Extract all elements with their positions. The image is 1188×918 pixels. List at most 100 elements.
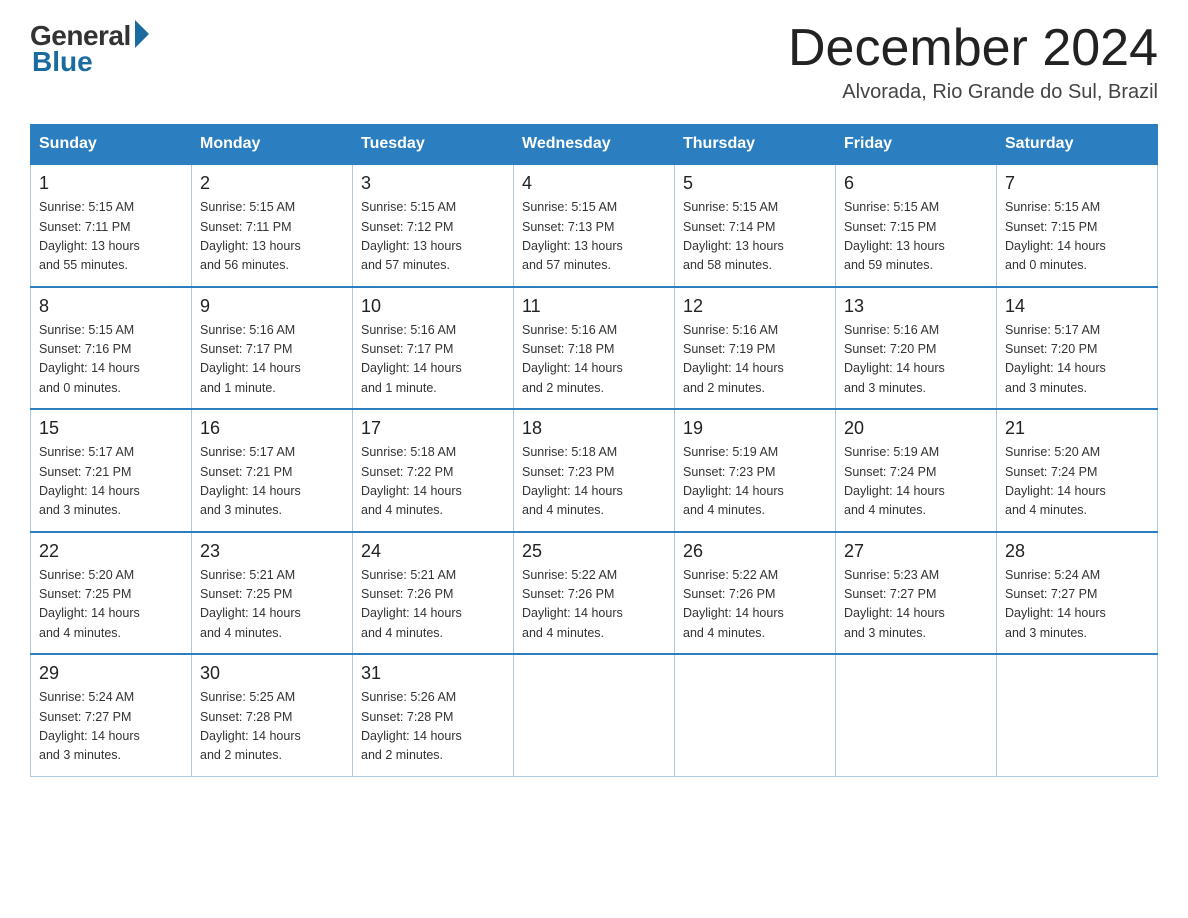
calendar-cell: 11 Sunrise: 5:16 AMSunset: 7:18 PMDayligh… (514, 287, 675, 410)
calendar-cell: 25Sunrise: 5:22 AMSunset: 7:26 PMDayligh… (514, 532, 675, 655)
day-info: Sunrise: 5:17 AMSunset: 7:21 PMDaylight:… (39, 443, 183, 521)
day-number: 6 (844, 173, 988, 194)
day-info: Sunrise: 5:26 AMSunset: 7:28 PMDaylight:… (361, 688, 505, 766)
day-info: Sunrise: 5:15 AMSunset: 7:11 PMDaylight:… (200, 198, 344, 276)
calendar-cell: 28 Sunrise: 5:24 AMSunset: 7:27 PMDayligh… (997, 532, 1158, 655)
day-number: 25 (522, 541, 666, 562)
calendar-cell: 15 Sunrise: 5:17 AMSunset: 7:21 PMDayligh… (31, 409, 192, 532)
day-number: 15 (39, 418, 183, 439)
day-info: Sunrise: 5:24 AMSunset: 7:27 PMDaylight:… (39, 688, 183, 766)
week-row-3: 15 Sunrise: 5:17 AMSunset: 7:21 PMDayligh… (31, 409, 1158, 532)
calendar-cell: 27 Sunrise: 5:23 AMSunset: 7:27 PMDayligh… (836, 532, 997, 655)
calendar-cell: 3 Sunrise: 5:15 AMSunset: 7:12 PMDaylight… (353, 164, 514, 287)
day-info: Sunrise: 5:22 AMSunset: 7:26 PMDaylight:… (683, 566, 827, 644)
calendar-cell: 8 Sunrise: 5:15 AMSunset: 7:16 PMDaylight… (31, 287, 192, 410)
day-info: Sunrise: 5:21 AMSunset: 7:25 PMDaylight:… (200, 566, 344, 644)
day-info: Sunrise: 5:19 AMSunset: 7:23 PMDaylight:… (683, 443, 827, 521)
day-info: Sunrise: 5:16 AMSunset: 7:20 PMDaylight:… (844, 321, 988, 399)
day-info: Sunrise: 5:24 AMSunset: 7:27 PMDaylight:… (1005, 566, 1149, 644)
day-info: Sunrise: 5:15 AMSunset: 7:12 PMDaylight:… (361, 198, 505, 276)
month-title: December 2024 (788, 20, 1158, 77)
calendar-cell: 16 Sunrise: 5:17 AMSunset: 7:21 PMDayligh… (192, 409, 353, 532)
header-day-friday: Friday (836, 125, 997, 165)
calendar-cell: 13 Sunrise: 5:16 AMSunset: 7:20 PMDayligh… (836, 287, 997, 410)
calendar-cell: 9Sunrise: 5:16 AMSunset: 7:17 PMDaylight… (192, 287, 353, 410)
day-number: 2 (200, 173, 344, 194)
header-day-monday: Monday (192, 125, 353, 165)
calendar-cell (997, 654, 1158, 776)
day-number: 5 (683, 173, 827, 194)
day-number: 20 (844, 418, 988, 439)
day-number: 4 (522, 173, 666, 194)
day-info: Sunrise: 5:20 AMSunset: 7:24 PMDaylight:… (1005, 443, 1149, 521)
calendar-cell: 18 Sunrise: 5:18 AMSunset: 7:23 PMDayligh… (514, 409, 675, 532)
calendar-cell: 7 Sunrise: 5:15 AMSunset: 7:15 PMDaylight… (997, 164, 1158, 287)
day-info: Sunrise: 5:19 AMSunset: 7:24 PMDaylight:… (844, 443, 988, 521)
day-info: Sunrise: 5:15 AMSunset: 7:15 PMDaylight:… (844, 198, 988, 276)
header-day-sunday: Sunday (31, 125, 192, 165)
day-info: Sunrise: 5:15 AMSunset: 7:16 PMDaylight:… (39, 321, 183, 399)
day-info: Sunrise: 5:16 AMSunset: 7:17 PMDaylight:… (361, 321, 505, 399)
logo-arrow-icon (135, 20, 149, 48)
calendar-cell: 21Sunrise: 5:20 AMSunset: 7:24 PMDayligh… (997, 409, 1158, 532)
calendar-cell: 24Sunrise: 5:21 AMSunset: 7:26 PMDayligh… (353, 532, 514, 655)
calendar-cell: 10 Sunrise: 5:16 AMSunset: 7:17 PMDayligh… (353, 287, 514, 410)
day-number: 16 (200, 418, 344, 439)
calendar-cell (836, 654, 997, 776)
day-number: 27 (844, 541, 988, 562)
calendar-cell: 22 Sunrise: 5:20 AMSunset: 7:25 PMDayligh… (31, 532, 192, 655)
header-day-wednesday: Wednesday (514, 125, 675, 165)
day-number: 3 (361, 173, 505, 194)
day-info: Sunrise: 5:17 AMSunset: 7:20 PMDaylight:… (1005, 321, 1149, 399)
day-number: 23 (200, 541, 344, 562)
day-number: 10 (361, 296, 505, 317)
logo: General Blue (30, 20, 149, 78)
week-row-4: 22 Sunrise: 5:20 AMSunset: 7:25 PMDayligh… (31, 532, 1158, 655)
calendar-header: SundayMondayTuesdayWednesdayThursdayFrid… (31, 125, 1158, 165)
page-header: General Blue December 2024 Alvorada, Rio… (30, 20, 1158, 104)
header-day-tuesday: Tuesday (353, 125, 514, 165)
calendar-cell (514, 654, 675, 776)
calendar-cell: 20 Sunrise: 5:19 AMSunset: 7:24 PMDayligh… (836, 409, 997, 532)
day-number: 18 (522, 418, 666, 439)
day-number: 8 (39, 296, 183, 317)
calendar-cell: 19 Sunrise: 5:19 AMSunset: 7:23 PMDayligh… (675, 409, 836, 532)
day-number: 19 (683, 418, 827, 439)
location-title: Alvorada, Rio Grande do Sul, Brazil (788, 81, 1158, 104)
day-info: Sunrise: 5:16 AMSunset: 7:19 PMDaylight:… (683, 321, 827, 399)
day-number: 14 (1005, 296, 1149, 317)
week-row-2: 8 Sunrise: 5:15 AMSunset: 7:16 PMDaylight… (31, 287, 1158, 410)
day-info: Sunrise: 5:15 AMSunset: 7:13 PMDaylight:… (522, 198, 666, 276)
calendar-cell: 6 Sunrise: 5:15 AMSunset: 7:15 PMDaylight… (836, 164, 997, 287)
calendar-table: SundayMondayTuesdayWednesdayThursdayFrid… (30, 124, 1158, 777)
day-info: Sunrise: 5:15 AMSunset: 7:14 PMDaylight:… (683, 198, 827, 276)
day-number: 26 (683, 541, 827, 562)
calendar-cell (675, 654, 836, 776)
day-info: Sunrise: 5:16 AMSunset: 7:18 PMDaylight:… (522, 321, 666, 399)
day-info: Sunrise: 5:18 AMSunset: 7:22 PMDaylight:… (361, 443, 505, 521)
day-info: Sunrise: 5:21 AMSunset: 7:26 PMDaylight:… (361, 566, 505, 644)
header-day-thursday: Thursday (675, 125, 836, 165)
header-day-saturday: Saturday (997, 125, 1158, 165)
day-info: Sunrise: 5:18 AMSunset: 7:23 PMDaylight:… (522, 443, 666, 521)
day-number: 30 (200, 663, 344, 684)
day-number: 28 (1005, 541, 1149, 562)
day-number: 13 (844, 296, 988, 317)
calendar-cell: 29Sunrise: 5:24 AMSunset: 7:27 PMDayligh… (31, 654, 192, 776)
week-row-1: 1 Sunrise: 5:15 AMSunset: 7:11 PMDaylight… (31, 164, 1158, 287)
calendar-body: 1 Sunrise: 5:15 AMSunset: 7:11 PMDaylight… (31, 164, 1158, 776)
day-number: 12 (683, 296, 827, 317)
calendar-cell: 26 Sunrise: 5:22 AMSunset: 7:26 PMDayligh… (675, 532, 836, 655)
calendar-cell: 1Sunrise: 5:15 AMSunset: 7:11 PMDaylight… (31, 164, 192, 287)
day-number: 1 (39, 173, 183, 194)
day-info: Sunrise: 5:25 AMSunset: 7:28 PMDaylight:… (200, 688, 344, 766)
day-info: Sunrise: 5:20 AMSunset: 7:25 PMDaylight:… (39, 566, 183, 644)
calendar-cell: 12 Sunrise: 5:16 AMSunset: 7:19 PMDayligh… (675, 287, 836, 410)
day-info: Sunrise: 5:17 AMSunset: 7:21 PMDaylight:… (200, 443, 344, 521)
day-number: 7 (1005, 173, 1149, 194)
day-info: Sunrise: 5:15 AMSunset: 7:15 PMDaylight:… (1005, 198, 1149, 276)
day-info: Sunrise: 5:23 AMSunset: 7:27 PMDaylight:… (844, 566, 988, 644)
day-number: 11 (522, 296, 666, 317)
calendar-cell: 5 Sunrise: 5:15 AMSunset: 7:14 PMDaylight… (675, 164, 836, 287)
day-number: 22 (39, 541, 183, 562)
